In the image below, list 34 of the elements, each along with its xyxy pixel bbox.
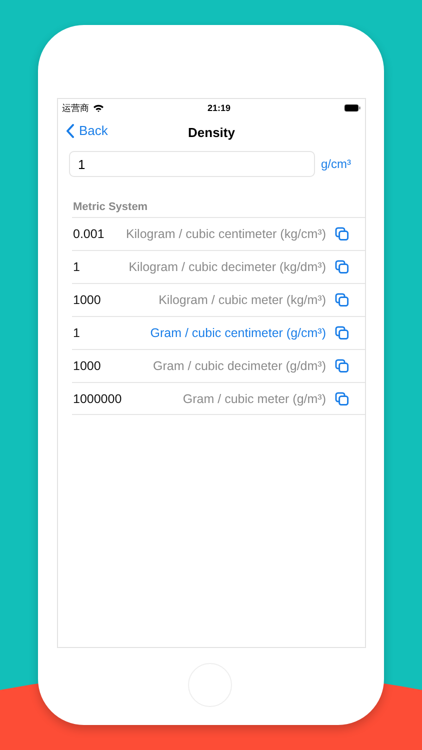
- copy-icon[interactable]: [335, 326, 349, 340]
- unit-row[interactable]: 1 Gram / cubic centimeter (g/cm³): [72, 316, 365, 349]
- row-value: 1000000: [73, 392, 123, 406]
- row-unit: Kilogram / cubic meter (kg/m³): [158, 293, 326, 307]
- unit-row[interactable]: 0.001 Kilogram / cubic centimeter (kg/cm³): [72, 217, 365, 250]
- row-value: 1: [73, 326, 81, 340]
- carrier-label: 运营商: [62, 102, 89, 114]
- copy-icon[interactable]: [335, 227, 349, 241]
- row-unit: Gram / cubic decimeter (g/dm³): [152, 359, 326, 373]
- wifi-icon: [93, 104, 104, 112]
- row-unit: Kilogram / cubic decimeter (kg/dm³): [128, 260, 326, 274]
- copy-icon[interactable]: [335, 293, 349, 307]
- row-value: 1000: [73, 359, 102, 373]
- unit-button[interactable]: g/cm³: [321, 157, 351, 171]
- nav-title: Density: [188, 124, 235, 140]
- unit-row[interactable]: 1 Kilogram / cubic decimeter (kg/dm³): [72, 250, 365, 283]
- copy-icon[interactable]: [335, 359, 349, 373]
- row-value: 1000: [73, 293, 102, 307]
- value-input[interactable]: 1: [69, 151, 315, 177]
- back-button[interactable]: Back: [66, 123, 108, 138]
- section-header: Metric System: [73, 201, 149, 215]
- row-unit: Kilogram / cubic centimeter (kg/cm³): [125, 227, 326, 241]
- row-unit: Gram / cubic meter (g/m³): [182, 392, 326, 406]
- row-unit: Gram / cubic centimeter (g/cm³): [149, 326, 326, 340]
- row-value: 0.001: [73, 227, 106, 241]
- row-value: 1: [73, 260, 81, 274]
- back-chevron-icon: [66, 124, 74, 138]
- unit-row[interactable]: 1000 Gram / cubic decimeter (g/dm³): [72, 349, 365, 382]
- battery-icon: [344, 104, 361, 112]
- unit-row[interactable]: 1000 Kilogram / cubic meter (kg/m³): [72, 283, 365, 316]
- copy-icon[interactable]: [335, 260, 349, 274]
- copy-icon[interactable]: [335, 392, 349, 406]
- status-time: 21:19: [207, 103, 231, 113]
- unit-row[interactable]: 1000000 Gram / cubic meter (g/m³): [72, 382, 365, 415]
